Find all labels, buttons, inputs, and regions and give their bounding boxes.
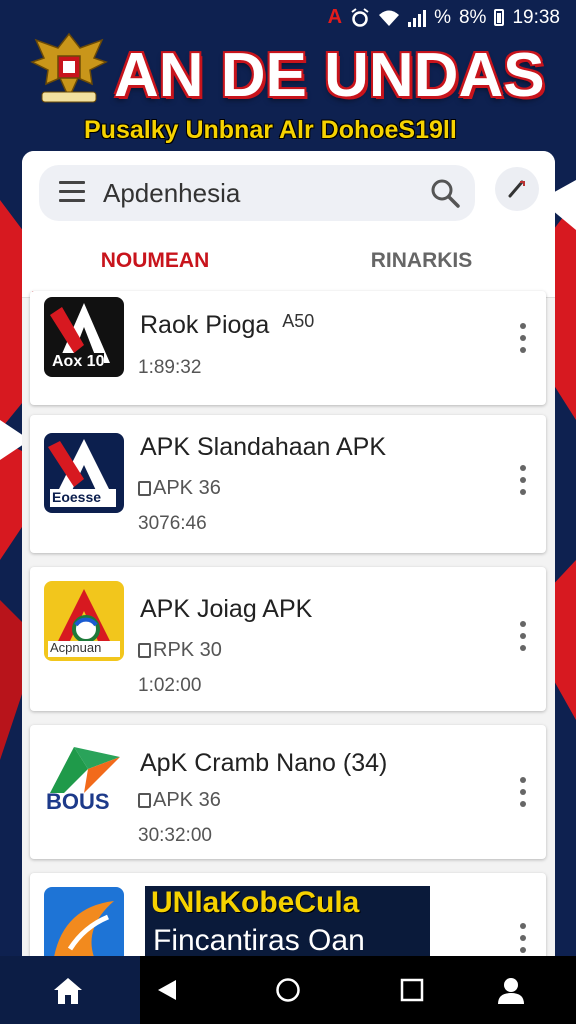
promo-banner: UNlaKobeCula Fincantiras Oan [145, 886, 430, 958]
battery-percent: 8% [458, 6, 487, 28]
app-icon-label: BOUS [46, 789, 110, 814]
app-subtitle: Pusalky Unbnar Alr DohoeS19ll [84, 116, 457, 144]
circle-home-icon[interactable] [275, 977, 301, 1003]
wifi-icon [379, 10, 400, 26]
list-item[interactable]: BOUS ApK Cramb Nano (34) APK 36 30:32:00 [30, 725, 546, 859]
signal-text: % [434, 6, 451, 28]
signal-icon [408, 9, 427, 27]
app-size: APK 36 [138, 477, 221, 500]
app-size: RPK 30 [138, 639, 222, 662]
search-and-tabs-header: Apdenhesia NOUMEAN RINARKIS [22, 151, 555, 298]
more-vertical-icon[interactable] [520, 323, 528, 359]
more-vertical-icon[interactable] [520, 923, 528, 959]
battery-icon [494, 9, 505, 26]
home-icon[interactable] [52, 976, 84, 1006]
tab-rinarkis[interactable]: RINARKIS [288, 231, 555, 297]
app-icon-label: Aox 10 [52, 353, 105, 371]
app-name: Raok Pioga A50 [140, 311, 315, 339]
pencil-icon [508, 180, 525, 198]
app-icon: Eoesse [44, 433, 124, 513]
more-vertical-icon[interactable] [520, 465, 528, 501]
list-item[interactable]: Aox 10 Raok Pioga A50 1:89:32 [30, 291, 546, 405]
more-vertical-icon[interactable] [520, 621, 528, 657]
package-icon [138, 481, 151, 497]
app-badge: A50 [282, 311, 315, 331]
app-date: 30:32:00 [138, 825, 212, 846]
garuda-emblem-logo [30, 32, 108, 103]
search-input[interactable]: Apdenhesia [103, 178, 240, 209]
notification-a-icon: A [327, 6, 343, 28]
list-item[interactable]: Eoesse APK Slandahaan APK APK 36 3076:46 [30, 415, 546, 553]
main-panel: Apdenhesia NOUMEAN RINARKIS Aox 10 Raok … [22, 151, 555, 971]
alarm-icon [351, 7, 369, 27]
app-icon-label: Acpnuan [50, 640, 102, 655]
app-name: APK Joiag APK [140, 595, 313, 623]
app-name: APK Slandahaan APK [140, 433, 387, 461]
clock: 19:38 [512, 6, 560, 28]
back-icon[interactable] [156, 978, 178, 1002]
promo-subline: Fincantiras Oan [153, 924, 365, 957]
app-icon-label: Eoesse [52, 489, 102, 505]
app-date: 1:02:00 [138, 675, 202, 696]
tab-bar: NOUMEAN RINARKIS [22, 231, 555, 297]
list-item[interactable]: Acpnuan APK Joiag APK RPK 30 1:02:00 [30, 567, 546, 711]
app-icon: Aox 10 [44, 297, 124, 377]
navigation-bar [0, 956, 576, 1024]
promo-headline: UNlaKobeCula [151, 886, 360, 919]
app-size: APK 36 [138, 789, 221, 812]
edit-button[interactable] [495, 167, 539, 211]
app-date: 3076:46 [138, 513, 207, 534]
search-icon[interactable] [429, 177, 461, 209]
search-bar[interactable]: Apdenhesia [39, 165, 475, 221]
package-icon [138, 793, 151, 809]
app-icon: Acpnuan [44, 581, 124, 661]
package-icon [138, 643, 151, 659]
home-tab[interactable] [0, 956, 140, 1024]
square-recents-icon[interactable] [400, 978, 424, 1002]
app-name: ApK Cramb Nano (34) [140, 749, 388, 777]
app-title: AN DE UNDAS [114, 41, 545, 110]
tab-noumean[interactable]: NOUMEAN [22, 231, 288, 297]
person-icon[interactable] [496, 976, 526, 1004]
menu-icon[interactable] [59, 181, 85, 203]
more-vertical-icon[interactable] [520, 777, 528, 813]
app-date: 1:89:32 [138, 357, 202, 378]
status-icons: A % 8% 19:38 [328, 6, 560, 29]
app-icon: BOUS [44, 739, 124, 819]
app-icon [44, 887, 124, 967]
